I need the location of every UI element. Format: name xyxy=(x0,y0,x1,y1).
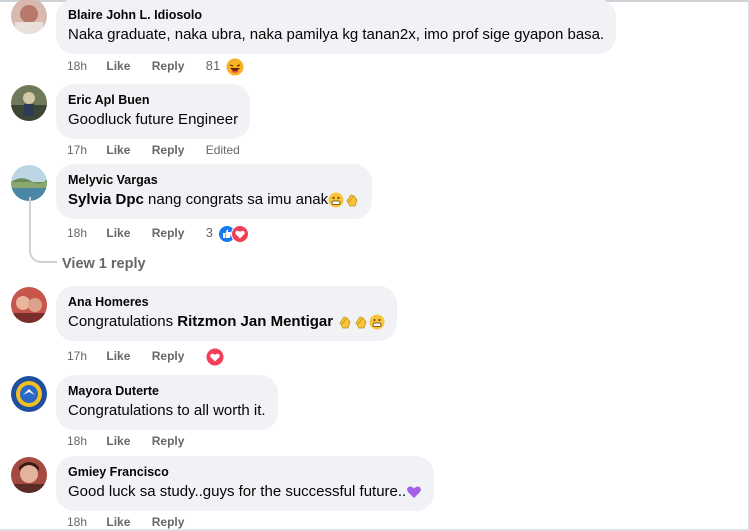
comment-author[interactable]: Eric Apl Buen xyxy=(68,92,238,108)
avatar[interactable] xyxy=(11,85,47,121)
reaction-count[interactable]: 81 xyxy=(206,58,220,74)
like-button[interactable]: Like xyxy=(106,348,130,364)
comment-time[interactable]: 18h xyxy=(67,433,87,449)
comment-author[interactable]: Gmiey Francisco xyxy=(68,464,422,480)
like-button[interactable]: Like xyxy=(106,514,130,530)
comment-text-body: Good luck sa study..guys for the success… xyxy=(68,483,407,500)
like-button[interactable]: Like xyxy=(106,433,130,449)
comment-text: Congratulations Ritzmon Jan Mentigar xyxy=(68,312,385,332)
like-button[interactable]: Like xyxy=(106,142,130,158)
comment-bubble: Blaire John L. Idiosolo Naka graduate, n… xyxy=(56,0,617,54)
reply-button[interactable]: Reply xyxy=(152,142,185,158)
edited-label[interactable]: Edited xyxy=(206,142,240,158)
reply-button[interactable]: Reply xyxy=(152,514,185,530)
comment-bubble: Ana Homeres Congratulations Ritzmon Jan … xyxy=(56,286,398,341)
clapping-hands-emoji-icon xyxy=(344,192,360,208)
reply-button[interactable]: Reply xyxy=(152,58,185,74)
love-icon xyxy=(231,224,250,243)
grimacing-face-emoji-icon xyxy=(369,314,385,330)
laughing-face-emoji-icon xyxy=(226,58,244,76)
comment-bubble: Melyvic Vargas Sylvia Dpc nang congrats … xyxy=(56,164,373,219)
comment-text: Goodluck future Engineer xyxy=(68,111,239,128)
comment-time[interactable]: 18h xyxy=(67,225,87,241)
comment-actions: 18h Like Reply xyxy=(67,432,202,449)
comment-actions: 18h Like Reply 3 xyxy=(67,224,250,243)
avatar[interactable] xyxy=(11,376,47,412)
avatar[interactable] xyxy=(11,0,47,34)
purple-heart-emoji-icon xyxy=(406,484,422,500)
comment-actions: 18h Like Reply 81 xyxy=(67,57,244,76)
mention-link[interactable]: Ritzmon Jan Mentigar xyxy=(177,313,333,330)
avatar[interactable] xyxy=(11,457,47,493)
reply-thread-line xyxy=(29,197,57,263)
comment-text: Sylvia Dpc nang congrats sa imu anak xyxy=(68,190,360,210)
comment-author[interactable]: Melyvic Vargas xyxy=(68,172,360,188)
reaction-count[interactable]: 3 xyxy=(206,225,213,241)
comment-author[interactable]: Mayora Duterte xyxy=(68,383,266,399)
clapping-hands-emoji-icon xyxy=(337,314,353,330)
comment-text-body: Congratulations xyxy=(68,313,178,330)
comment-text-body: nang congrats sa imu anak xyxy=(143,191,329,208)
comment-time[interactable]: 18h xyxy=(67,514,87,530)
reply-button[interactable]: Reply xyxy=(152,225,185,241)
avatar[interactable] xyxy=(11,165,47,201)
like-button[interactable]: Like xyxy=(106,225,130,241)
comment-actions: 17h Like Reply Edited xyxy=(67,141,240,158)
reply-button[interactable]: Reply xyxy=(152,348,185,364)
comment-time[interactable]: 17h xyxy=(67,142,87,158)
mention-link[interactable]: Sylvia Dpc xyxy=(68,191,144,208)
clapping-hands-emoji-icon xyxy=(353,314,369,330)
comment-actions: 17h Like Reply xyxy=(67,347,224,366)
love-icon[interactable] xyxy=(206,348,224,366)
comment-text: Good luck sa study..guys for the success… xyxy=(68,482,422,502)
reply-button[interactable]: Reply xyxy=(152,433,185,449)
grimacing-face-emoji-icon xyxy=(328,192,344,208)
comment-actions: 18h Like Reply xyxy=(67,513,202,530)
comment-time[interactable]: 17h xyxy=(67,348,87,364)
comment-time[interactable]: 18h xyxy=(67,58,87,74)
comment-bubble: Gmiey Francisco Good luck sa study..guys… xyxy=(56,456,435,511)
comment-text: Congratulations to all worth it. xyxy=(68,402,266,419)
comment-author[interactable]: Blaire John L. Idiosolo xyxy=(68,7,604,23)
like-button[interactable]: Like xyxy=(106,58,130,74)
comment-bubble: Eric Apl Buen Goodluck future Engineer xyxy=(56,84,251,139)
view-replies-link[interactable]: View 1 reply xyxy=(62,256,146,272)
comment-author[interactable]: Ana Homeres xyxy=(68,294,385,310)
avatar[interactable] xyxy=(11,287,47,323)
comment-bubble: Mayora Duterte Congratulations to all wo… xyxy=(56,375,278,430)
comment-text: Naka graduate, naka ubra, naka pamilya k… xyxy=(68,26,605,43)
